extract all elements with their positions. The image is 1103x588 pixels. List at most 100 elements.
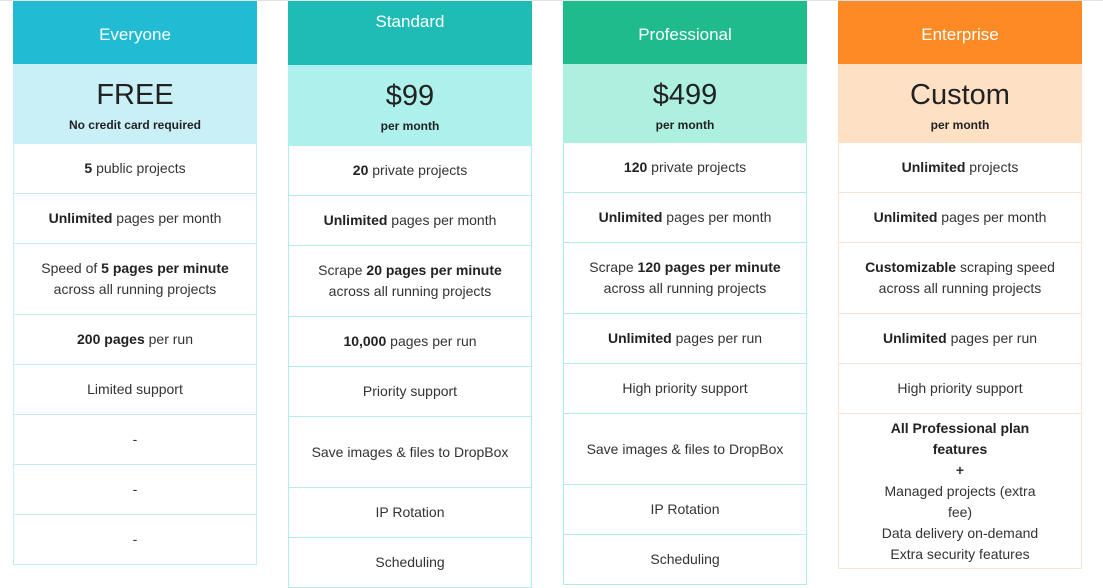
feature-item: Customizable scraping speed across all r…: [839, 243, 1081, 314]
feature-item: High priority support: [839, 364, 1081, 414]
plan-price-box: $99 per month: [288, 65, 532, 146]
feature-text: 20 private projects: [353, 160, 467, 181]
feature-detail: pages per run: [946, 330, 1038, 346]
feature-text: 10,000 pages per run: [343, 331, 476, 352]
feature-detail: pages per run: [386, 333, 477, 349]
feature-text: Unlimited projects: [902, 157, 1019, 178]
feature-text: 120 private projects: [624, 157, 746, 178]
feature-detail: IP Rotation: [375, 504, 445, 520]
feature-detail: pages per month: [387, 212, 497, 228]
plan-name: Enterprise: [838, 1, 1082, 64]
feature-detail: across all running projects: [53, 281, 217, 297]
feature-item: Speed of 5 pages per minute across all r…: [14, 244, 256, 315]
feature-highlight: 10,000: [343, 333, 387, 349]
feature-text: Unlimited pages per month: [599, 207, 772, 228]
feature-text: Scheduling: [375, 552, 444, 573]
feature-detail: High priority support: [622, 380, 748, 396]
feature-text: High priority support: [897, 378, 1022, 399]
plan-column-standard: Standard $99 per month 20 private projects U…: [288, 1, 532, 588]
feature-item: 20 private projects: [289, 146, 531, 196]
feature-detail: Scheduling: [650, 551, 720, 567]
feature-list: 5 public projects Unlimited pages per mon…: [13, 144, 257, 565]
feature-item: Limited support: [14, 365, 256, 415]
feature-item: Scrape 20 pages per minute across all ru…: [289, 246, 531, 317]
feature-text: Scrape 20 pages per minute across all ru…: [301, 260, 519, 302]
feature-highlight: Unlimited: [48, 210, 113, 226]
feature-detail: pages per month: [937, 209, 1047, 225]
plan-column-enterprise: Enterprise Custom per month Unlimited proje…: [838, 1, 1082, 569]
feature-detail: Priority support: [362, 383, 458, 399]
feature-highlight: Unlimited: [882, 330, 947, 346]
feature-highlight: Unlimited: [323, 212, 388, 228]
feature-text: Scrape 120 pages per minute across all r…: [576, 257, 794, 299]
feature-item: All Professional plan features + Managed p…: [839, 414, 1081, 569]
feature-detail: private projects: [647, 159, 747, 175]
feature-highlight: 120: [623, 159, 648, 175]
feature-list: 120 private projects Unlimited pages per …: [563, 143, 807, 585]
feature-text: Speed of 5 pages per minute across all r…: [26, 258, 244, 300]
feature-text: -: [133, 529, 138, 550]
feature-detail: pages per month: [112, 210, 222, 226]
feature-item: 120 private projects: [564, 143, 806, 193]
feature-highlight: Unlimited: [901, 159, 966, 175]
feature-text: 200 pages per run: [77, 329, 193, 350]
feature-item: Unlimited pages per run: [564, 314, 806, 364]
plus-sign: +: [955, 461, 965, 478]
feature-text: Unlimited pages per month: [49, 208, 222, 229]
feature-text: All Professional plan features + Managed p…: [851, 418, 1069, 565]
feature-item: Scheduling: [564, 535, 806, 585]
plan-price-box: Custom per month: [838, 64, 1082, 143]
plan-price: $99: [385, 80, 435, 112]
feature-text: High priority support: [622, 378, 747, 399]
plan-price-note: per month: [380, 119, 440, 133]
feature-text: IP Rotation: [650, 499, 719, 520]
feature-detail: across all running projects: [603, 280, 767, 296]
feature-item: -: [14, 465, 256, 515]
plan-column-professional: Professional $499 per month 120 private pro…: [563, 1, 807, 585]
feature-item: 5 public projects: [14, 144, 256, 194]
plan-price-note: No credit card required: [68, 118, 202, 132]
feature-detail: -: [132, 481, 138, 497]
feature-text: IP Rotation: [375, 502, 444, 523]
feature-list: 20 private projects Unlimited pages per m…: [288, 146, 532, 588]
feature-item: Unlimited pages per month: [839, 193, 1081, 243]
plan-price-box: $499 per month: [563, 64, 807, 143]
feature-detail: public projects: [92, 160, 186, 176]
plan-price-box: FREE No credit card required: [13, 64, 257, 144]
feature-text: Scheduling: [650, 549, 719, 570]
feature-list: Unlimited projects Unlimited pages per mo…: [838, 143, 1082, 569]
feature-highlight: 20: [352, 162, 369, 178]
feature-highlight: 20 pages per minute: [366, 262, 502, 278]
plan-price: $499: [652, 79, 718, 111]
feature-extra-line: Extra security features: [890, 545, 1030, 562]
feature-item: -: [14, 515, 256, 565]
feature-highlight: 120 pages per minute: [637, 259, 781, 275]
feature-text: Limited support: [87, 379, 183, 400]
feature-text: Unlimited pages per run: [883, 328, 1037, 349]
feature-detail: pages per month: [662, 209, 772, 225]
feature-detail: Limited support: [87, 381, 183, 397]
feature-highlight: 5 pages per minute: [101, 260, 229, 276]
feature-text: Priority support: [363, 381, 457, 402]
feature-text: Customizable scraping speed across all r…: [851, 257, 1069, 299]
feature-text: -: [133, 429, 138, 450]
feature-item: Unlimited pages per month: [14, 194, 256, 244]
feature-detail: High priority support: [897, 380, 1023, 396]
feature-detail: Save images & files to DropBox: [311, 443, 509, 460]
feature-text: -: [133, 479, 138, 500]
feature-highlight: All Professional plan features: [890, 419, 1030, 457]
plan-price-note: per month: [655, 118, 715, 132]
feature-prefix: Speed of: [41, 260, 102, 276]
plan-column-everyone: Everyone FREE No credit card required 5 pub…: [13, 1, 257, 565]
feature-text: 5 public projects: [84, 158, 185, 179]
feature-extra-line: Managed projects (extra fee): [884, 482, 1036, 520]
feature-text: Unlimited pages per run: [608, 328, 762, 349]
plan-price: Custom: [910, 79, 1010, 111]
feature-detail: -: [132, 431, 138, 447]
feature-prefix: Scrape: [318, 262, 367, 278]
plan-name: Everyone: [13, 1, 257, 64]
feature-highlight: 200 pages: [77, 331, 145, 347]
plan-price-note: per month: [930, 118, 990, 132]
feature-item: High priority support: [564, 364, 806, 414]
plan-name: Standard: [288, 1, 532, 65]
